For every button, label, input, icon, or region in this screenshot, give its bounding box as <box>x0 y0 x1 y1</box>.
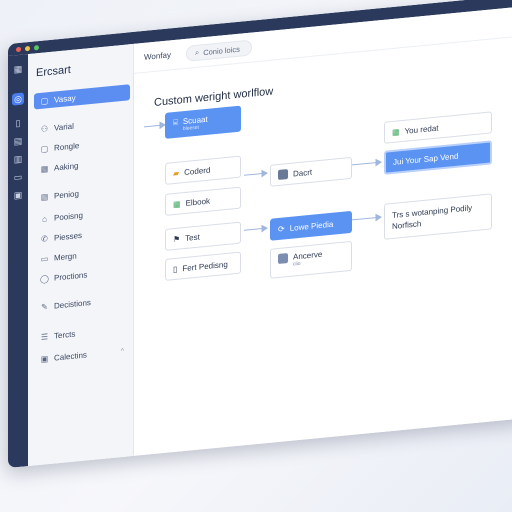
chat-icon: ▭ <box>40 253 49 264</box>
folder-icon: ▢ <box>40 95 49 106</box>
tag-icon: ⌂ <box>42 213 47 224</box>
sidebar-item-label: Rongle <box>54 140 80 153</box>
node-label: Elbook <box>185 196 211 208</box>
calendar-icon[interactable]: ▤ <box>12 134 24 147</box>
node-label: Test <box>185 232 200 243</box>
result-line-2: Norfisch <box>392 219 422 232</box>
sidebar-item-4[interactable]: ▤ Peniog <box>34 180 130 205</box>
close-window-button[interactable] <box>16 46 21 53</box>
folder-icon[interactable]: ▭ <box>12 170 24 183</box>
people-icon: ⚇ <box>40 123 49 134</box>
sidebar-item-label: Piesses <box>54 230 83 243</box>
phone-icon: ✆ <box>41 233 48 244</box>
workflow-icon[interactable]: ◎ <box>12 92 24 106</box>
minimize-window-button[interactable] <box>25 45 30 52</box>
doc-icon[interactable]: ▯ <box>12 116 24 129</box>
folder-icon: ▰ <box>173 168 180 178</box>
refresh-icon: ⟳ <box>278 223 285 234</box>
node-sublabel: bleeset <box>182 124 199 133</box>
app-brand: Ercsart <box>36 63 71 80</box>
sidebar-item-label: Calectins <box>54 349 87 363</box>
flag-icon: ⚑ <box>173 233 181 244</box>
avatar-icon <box>278 169 288 181</box>
sidebar-item-label: Peniog <box>54 188 79 201</box>
calendar-icon: ▤ <box>40 191 49 202</box>
maximize-window-button[interactable] <box>34 45 39 51</box>
sidebar-item-label: Proctions <box>54 269 88 283</box>
sidebar-item-0[interactable]: ▢ Vasay <box>34 84 130 110</box>
sidebar-item-label: Mergn <box>54 250 77 263</box>
node-label: Dacrt <box>293 167 313 179</box>
sheet-icon: ▦ <box>392 126 400 137</box>
list-icon: ☰ <box>40 331 49 342</box>
node-label: Jui Your Sap Vend <box>393 151 459 167</box>
chevron-up-icon[interactable]: ^ <box>121 347 124 354</box>
sidebar: Ercsart ▢ Vasay ⚇ Varial ▢ Rongle ▦ Aaki… <box>28 43 134 467</box>
sidebar-item-label: Aaking <box>54 160 79 173</box>
sidebar-item-10[interactable]: ☰ Tercts <box>34 320 130 345</box>
pen-icon: ✎ <box>41 301 48 312</box>
settings-icon[interactable]: ▣ <box>12 188 24 201</box>
node-label: Coderd <box>184 165 211 177</box>
sidebar-item-label: Varial <box>54 121 74 133</box>
result-line-1: Trs s wotanping Podily <box>392 203 473 221</box>
sidebar-item-11[interactable]: ▣ Calectins ^ <box>34 342 130 367</box>
sidebar-item-label: Decistions <box>54 297 91 311</box>
doc-icon: ⌸ <box>173 117 178 128</box>
sidebar-item-label: Tercts <box>54 329 76 341</box>
avatar-icon <box>278 253 288 265</box>
sidebar-item-9[interactable]: ✎ Decistions <box>34 290 130 315</box>
main-panel: Wonfay ⌕ Conio loics Custom weright worl… <box>134 5 512 456</box>
sheet-icon: ▦ <box>173 198 181 209</box>
node-label: You redat <box>404 123 439 136</box>
node-label: Lowe Piedia <box>289 219 334 233</box>
box-icon: ▢ <box>40 143 49 154</box>
grid-icon: ▦ <box>40 163 49 174</box>
app-grid-icon[interactable]: ▦ <box>12 62 24 75</box>
chart-icon[interactable]: ▥ <box>12 152 24 165</box>
node-label: Fert Pedisng <box>182 259 228 273</box>
sidebar-item-label: Pooisng <box>54 210 83 223</box>
doc-icon: ▯ <box>173 264 178 274</box>
icon-rail: ▦ ◎ ▯ ▤ ▥ ▭ ▣ <box>8 54 28 468</box>
shield-icon: ◯ <box>40 273 49 284</box>
image-icon: ▣ <box>40 353 49 364</box>
app-window: ▦ ◎ ▯ ▤ ▥ ▭ ▣ Ercsart ▢ Vasay ⚇ Varial ▢… <box>8 0 512 469</box>
sidebar-item-label: Vasay <box>54 92 76 105</box>
